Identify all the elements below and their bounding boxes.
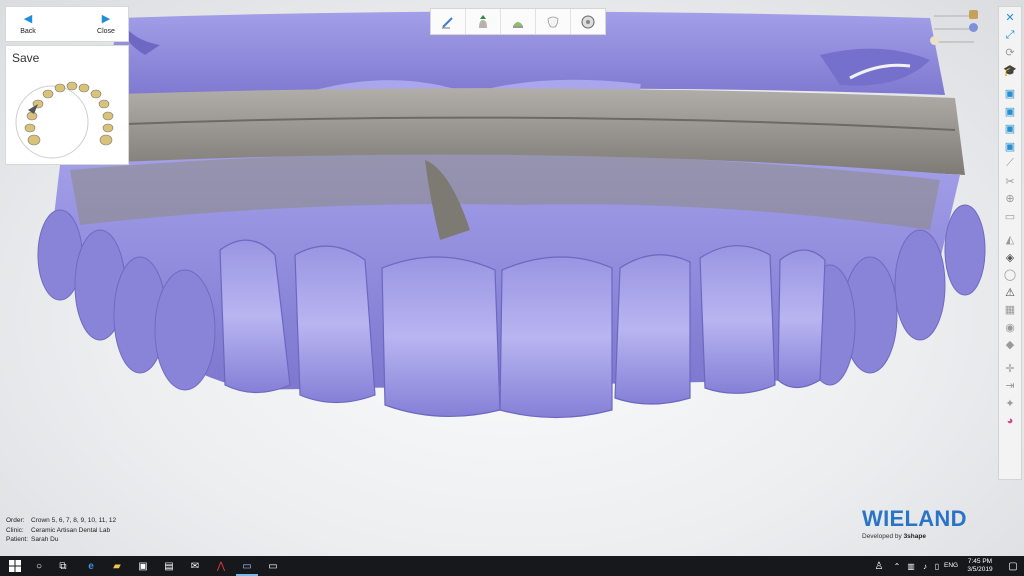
color-wheel-icon[interactable]: ◕ — [1003, 413, 1018, 428]
align-icon[interactable]: ⇥ — [1003, 378, 1018, 393]
back-button[interactable]: ◀ Back — [6, 7, 50, 41]
cut-icon[interactable]: ✂ — [1003, 174, 1018, 189]
arrow-right-icon: ▶ — [101, 12, 111, 25]
crown-transparency-slider[interactable] — [934, 41, 974, 43]
model-slider-knob[interactable] — [969, 23, 978, 32]
grid-icon[interactable]: ▦ — [1003, 302, 1018, 317]
windows-start-icon[interactable] — [8, 559, 22, 573]
layer-1-icon[interactable]: ▣ — [1003, 86, 1018, 101]
step-tooth[interactable] — [536, 9, 571, 34]
camera-icon[interactable]: ◉ — [1003, 320, 1018, 335]
people-icon[interactable]: ♙ — [872, 559, 886, 573]
3d-viewport[interactable] — [0, 0, 1024, 556]
brand-logo: WIELAND Developed by 3shape — [862, 506, 967, 540]
step-scan[interactable] — [431, 9, 466, 34]
order-value: Crown 5, 6, 7, 8, 9, 10, 11, 12 — [31, 517, 117, 524]
system-clock[interactable]: 7:45 PM 3/5/2019 — [960, 558, 1000, 574]
gingiva-transparency-slider[interactable] — [934, 15, 974, 17]
gingiva-slider-knob[interactable] — [969, 10, 978, 19]
arrow-left-icon: ◀ — [23, 12, 33, 25]
shading-icon[interactable]: ◆ — [1003, 337, 1018, 352]
workflow-steps — [430, 8, 606, 35]
settings-app-icon[interactable]: ▤ — [162, 559, 176, 573]
tooth-chart-icon[interactable] — [12, 70, 122, 160]
model-color-icon[interactable]: ◭ — [1003, 232, 1018, 247]
dental-viewer-icon[interactable]: ▭ — [266, 559, 280, 573]
clock-date: 3/5/2019 — [967, 566, 993, 573]
close-label: Close — [97, 27, 115, 35]
network-icon[interactable]: ▥ — [904, 559, 918, 573]
pen-scan-icon — [442, 16, 453, 28]
clip-icon[interactable]: ▭ — [1003, 209, 1018, 224]
dental-app-icon[interactable]: ▭ — [240, 559, 254, 573]
light-icon[interactable]: ✦ — [1003, 396, 1018, 411]
windows-taskbar: ○ ⧉ e ▰ ▣ ▤ ✉ ⋀ ▭ ▭ ♙ ⌃ ▥ ♪ ▯ — [0, 556, 1024, 576]
battery-icon[interactable]: ▯ — [930, 559, 944, 573]
search-icon[interactable]: ○ — [32, 559, 46, 573]
tooth-ghost-icon[interactable]: ◯ — [1003, 267, 1018, 282]
crown-design-icon — [479, 14, 487, 28]
navigation-box: ◀ Back ▶ Close — [5, 6, 129, 42]
rotate-view-icon[interactable]: ⟳ — [1003, 45, 1018, 60]
step-save[interactable] — [571, 9, 605, 34]
clinic-label: Clinic: — [6, 526, 24, 534]
case-info: Order: Crown 5, 6, 7, 8, 9, 10, 11, 12 Cl… — [6, 516, 116, 545]
mail-icon[interactable]: ✉ — [188, 559, 202, 573]
notification-icon[interactable]: ▢ — [1006, 559, 1020, 573]
tooth-icon — [547, 16, 559, 27]
warning-icon[interactable]: ⚠ — [1003, 285, 1018, 300]
brand-name: WIELAND — [862, 506, 967, 531]
close-view-icon[interactable]: ✕ — [1003, 10, 1018, 25]
fit-view-icon[interactable]: ⤢ — [1003, 28, 1018, 43]
edge-browser-icon[interactable]: e — [84, 559, 98, 573]
chevron-up-icon[interactable]: ⌃ — [890, 559, 904, 573]
save-disc-icon — [581, 15, 595, 28]
clinic-value: Ceramic Artisan Dental Lab — [31, 526, 111, 534]
layer-4-icon[interactable]: ▣ — [1003, 139, 1018, 154]
patient-label: Patient: — [6, 536, 29, 543]
panel-title: Save — [12, 51, 40, 65]
patient-value: Sarah Du — [31, 536, 59, 543]
right-toolbar: ✕ ⤢ ⟳ 🎓 ▣ ▣ ▣ ▣ ⟋ ✂ ⊕ ▭ ◭ ◈ ◯ ⚠ ▦ ◉ ◆ ✛ ⇥ ✦ ◕ — [998, 6, 1022, 480]
axis-icon[interactable]: ✛ — [1003, 361, 1018, 376]
developed-by-text: Developed by — [862, 533, 902, 540]
company-name: 3shape — [903, 533, 926, 540]
layer-2-icon[interactable]: ▣ — [1003, 104, 1018, 119]
step-model[interactable] — [501, 9, 536, 34]
education-icon[interactable]: 🎓 — [1003, 63, 1018, 78]
measure-icon[interactable]: ⟋ — [1003, 156, 1018, 171]
adobe-icon[interactable]: ⋀ — [214, 559, 228, 573]
back-label: Back — [20, 27, 36, 35]
dental-model-render[interactable] — [0, 0, 1024, 556]
layer-3-icon[interactable]: ▣ — [1003, 121, 1018, 136]
zoom-icon[interactable]: ⊕ — [1003, 191, 1018, 206]
crown-slider-knob[interactable] — [930, 36, 939, 45]
clock-time: 7:45 PM — [967, 558, 993, 565]
step-design[interactable] — [466, 9, 501, 34]
task-view-icon[interactable]: ⧉ — [56, 559, 70, 573]
store-icon[interactable]: ▣ — [136, 559, 150, 573]
save-panel: Save — [5, 45, 129, 165]
close-button[interactable]: ▶ Close — [84, 7, 128, 41]
order-label: Order: — [6, 517, 25, 524]
language-indicator[interactable]: ENG — [944, 562, 958, 569]
model-solid-icon[interactable]: ◈ — [1003, 250, 1018, 265]
file-explorer-icon[interactable]: ▰ — [110, 559, 124, 573]
model-transparency-slider[interactable] — [934, 28, 974, 30]
model-icon — [513, 21, 523, 28]
